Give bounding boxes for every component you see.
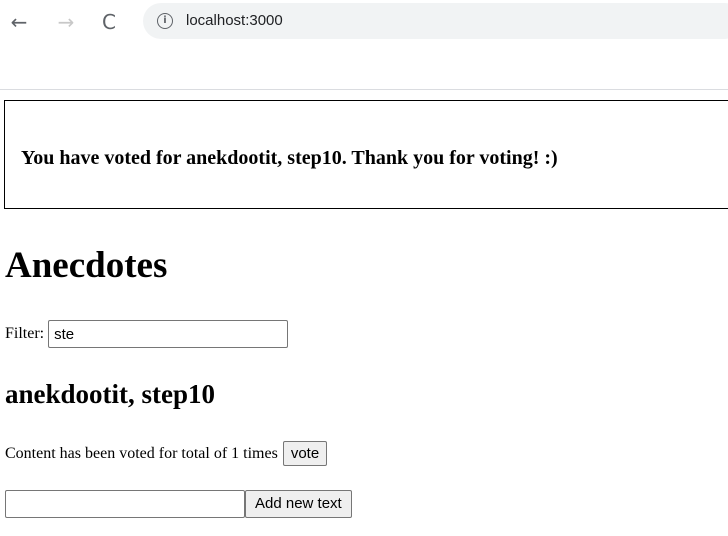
page-title: Anecdotes [5, 245, 168, 286]
url-text: localhost:3000 [186, 12, 283, 29]
filter-label: Filter: [5, 325, 45, 342]
new-anecdote-input[interactable] [5, 490, 245, 518]
address-bar[interactable]: i localhost:3000 [143, 3, 728, 39]
filter-input[interactable] [48, 320, 289, 348]
reload-icon[interactable]: C [96, 9, 122, 35]
notification-box: You have voted for anekdootit, step10. T… [4, 100, 728, 209]
vote-count-text: Content has been voted for total of 1 ti… [5, 444, 278, 462]
anecdote-title: anekdootit, step10 [5, 379, 216, 409]
notification-text: You have voted for anekdootit, step10. T… [21, 147, 558, 169]
info-icon[interactable]: i [157, 13, 173, 29]
forward-arrow-icon[interactable]: → [53, 9, 79, 35]
anecdote-vote-row: Content has been voted for total of 1 ti… [5, 441, 328, 466]
back-arrow-icon[interactable]: ← [6, 9, 32, 35]
toolbar-divider [0, 89, 728, 90]
browser-toolbar: ← → C i localhost:3000 [0, 0, 728, 44]
vote-button[interactable]: vote [282, 441, 328, 466]
add-anecdote-form: Add new text [5, 490, 352, 518]
add-new-text-button[interactable]: Add new text [245, 490, 352, 518]
filter-row: Filter: [5, 320, 289, 348]
